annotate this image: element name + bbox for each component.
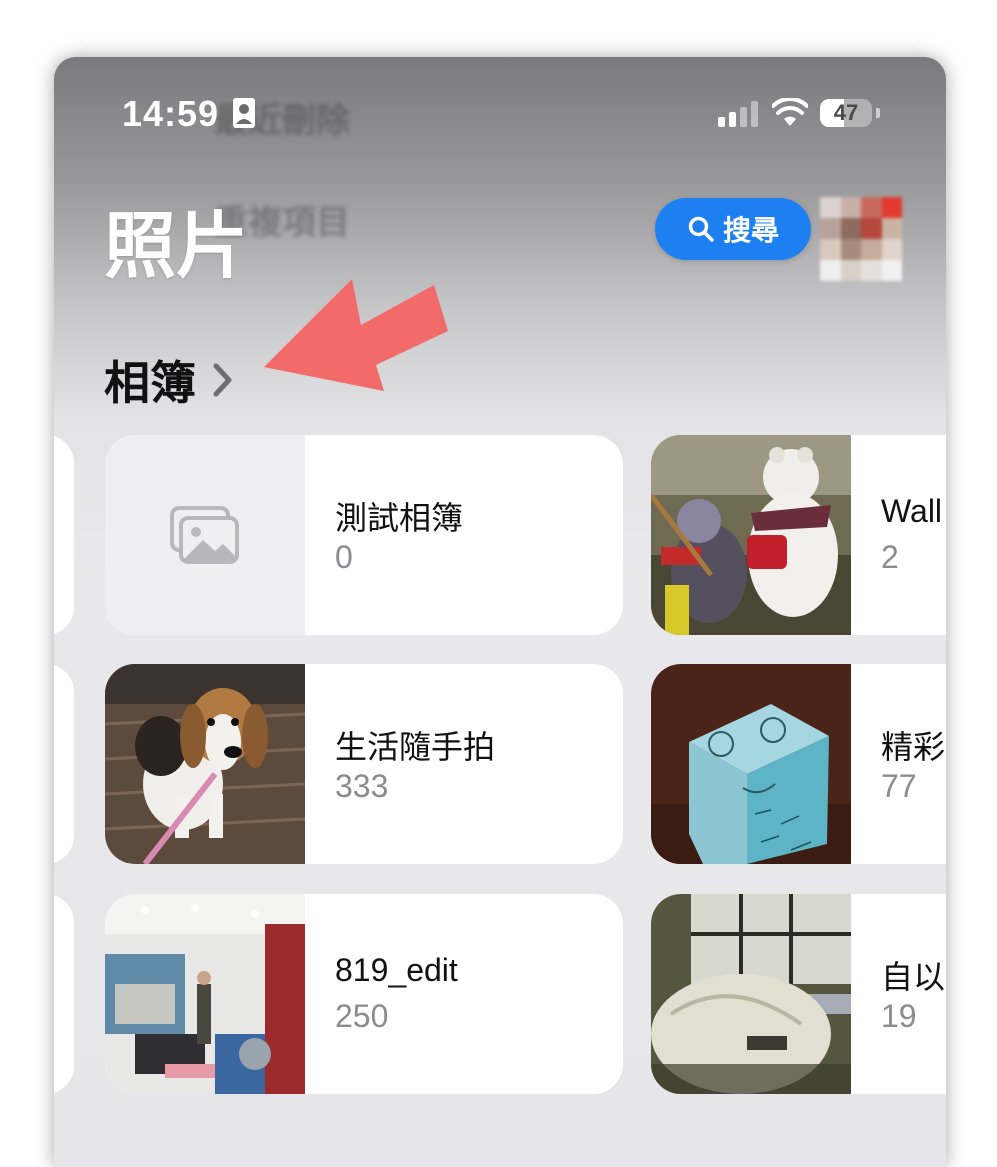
album-card[interactable]: 生活隨手拍 333: [105, 664, 623, 864]
album-count: 250: [335, 998, 389, 1034]
album-name: 測試相簿: [335, 500, 464, 536]
album-card[interactable]: Wall 2: [651, 435, 946, 635]
battery-level-text: 47: [833, 100, 859, 125]
photo-stack-icon: [170, 506, 239, 564]
album-name: 819_edit: [335, 952, 458, 988]
status-time: 14:59: [122, 93, 220, 134]
album-count: 0: [335, 539, 353, 575]
office-photo: [105, 894, 305, 1094]
search-icon: [688, 216, 714, 242]
battery-tip: [876, 108, 880, 118]
search-button[interactable]: 搜尋: [655, 198, 811, 260]
album-name: Wall: [881, 493, 943, 529]
album-thumbnail: [651, 664, 851, 864]
albums-section-header[interactable]: 相簿: [104, 347, 234, 413]
album-name: 自以: [881, 959, 946, 995]
album-card[interactable]: 精彩 77: [651, 664, 946, 864]
album-name: 精彩: [881, 729, 946, 765]
album-count: 19: [881, 998, 917, 1034]
album-card[interactable]: 自以 19: [651, 894, 946, 1094]
battery-indicator: 47: [820, 99, 872, 127]
chevron-right-icon: [213, 363, 232, 397]
albums-heading: 相簿: [104, 357, 196, 409]
album-thumbnail: [651, 894, 851, 1094]
contact-card-icon: [233, 98, 255, 128]
album-count: 77: [881, 768, 917, 804]
album-thumbnail: [105, 435, 305, 635]
partial-album-card[interactable]: [54, 664, 74, 864]
polar-bear-photo: [651, 435, 851, 635]
album-thumbnail: [105, 664, 305, 864]
page-title: 照片: [104, 207, 249, 287]
album-thumbnail: [651, 435, 851, 635]
tissue-box-photo: [651, 664, 851, 864]
avatar[interactable]: [820, 197, 902, 281]
partial-album-card[interactable]: [54, 894, 74, 1094]
partial-album-card[interactable]: [54, 435, 74, 635]
shirt-photo: [651, 894, 851, 1094]
album-card[interactable]: 819_edit 250: [105, 894, 623, 1094]
cellular-signal-icon: [718, 101, 758, 127]
album-name: 生活隨手拍: [335, 729, 496, 765]
annotation-arrow-icon: [264, 279, 448, 391]
photos-app-screen: 最近刪除 重複項目 14:59 47 照片 搜尋 相簿 測試相簿 0 Wall …: [54, 57, 946, 1167]
album-card[interactable]: 測試相簿 0: [105, 435, 623, 635]
search-button-label: 搜尋: [722, 215, 779, 246]
beagle-photo: [105, 664, 305, 864]
album-thumbnail: [105, 894, 305, 1094]
album-count: 2: [881, 539, 899, 575]
wifi-icon: [772, 98, 808, 126]
album-count: 333: [335, 768, 389, 804]
